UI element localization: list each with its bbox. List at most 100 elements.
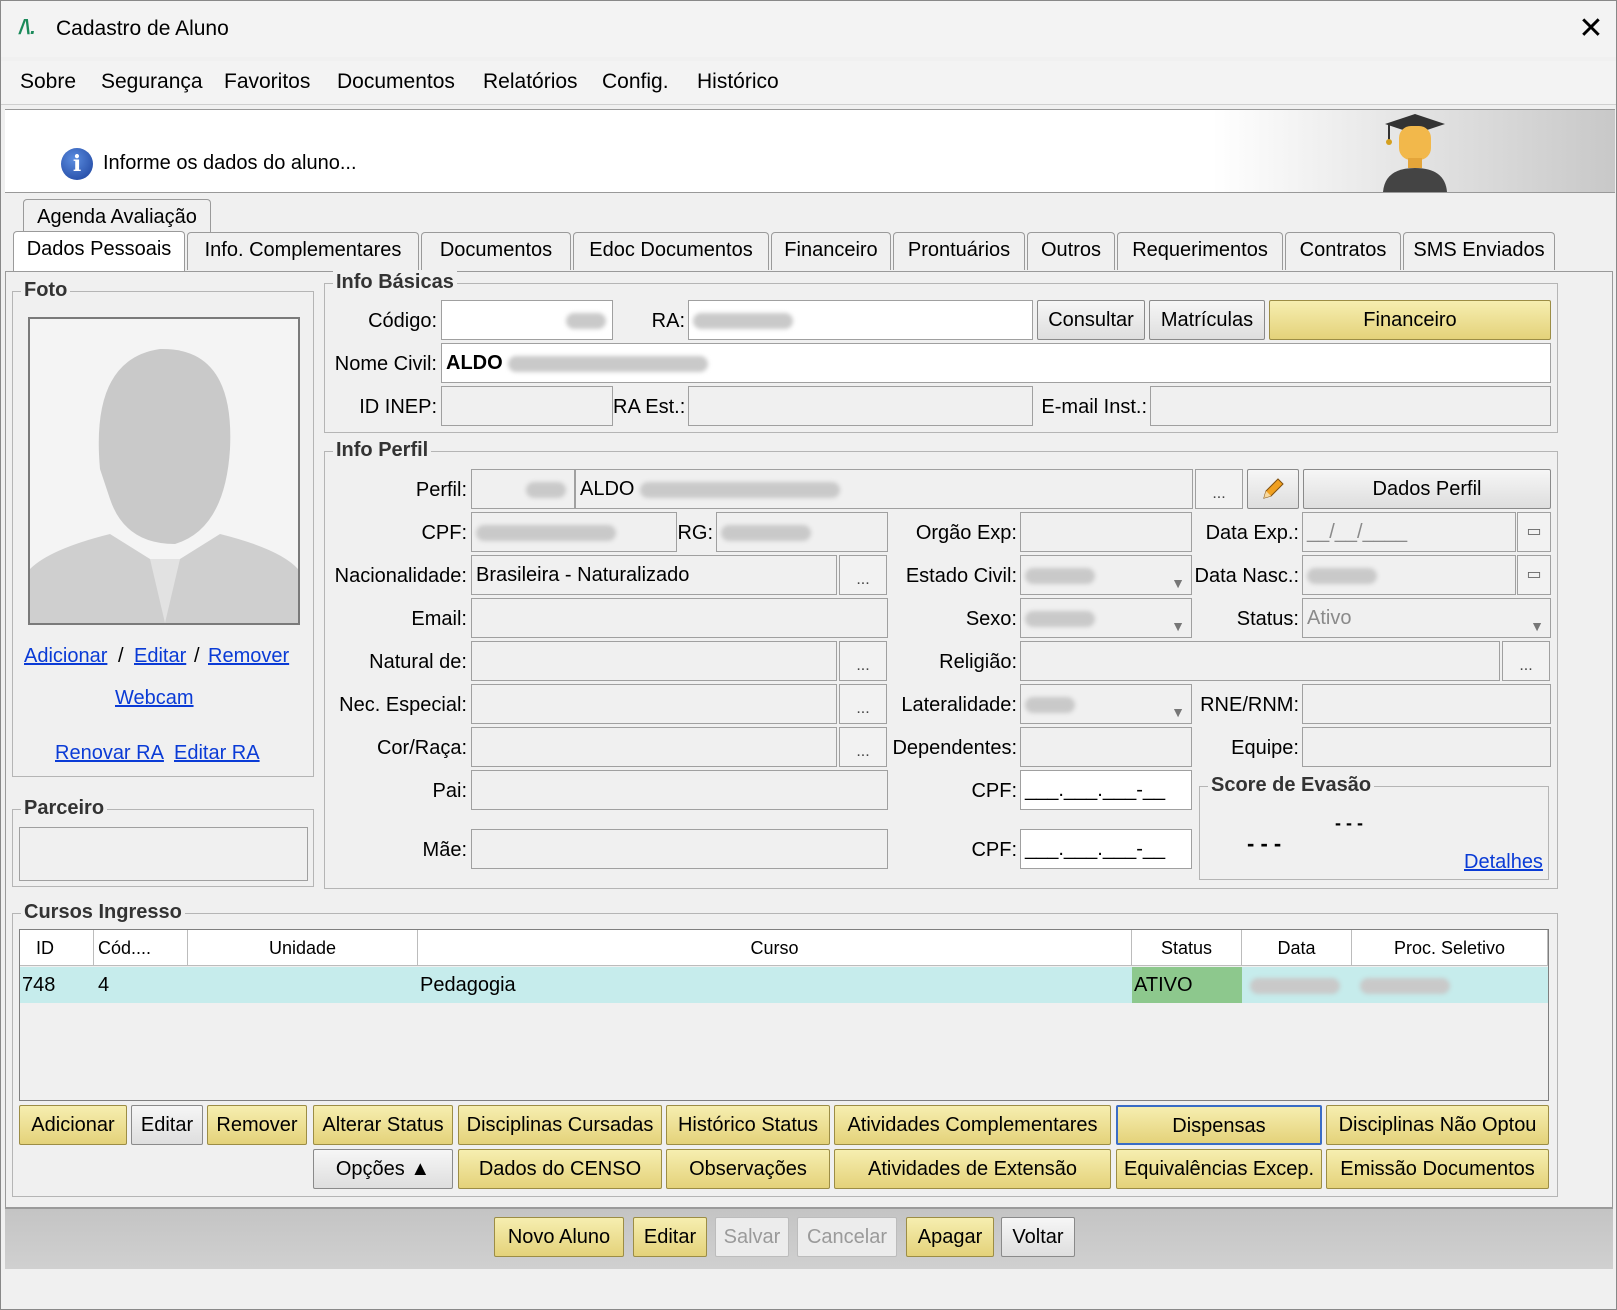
score-details-link[interactable]: Detalhes (1464, 851, 1543, 874)
salvar-button[interactable]: Salvar (715, 1217, 789, 1257)
menu-seguranca[interactable]: Segurança (101, 70, 203, 94)
emissao-documentos-button[interactable]: Emissão Documentos (1326, 1149, 1549, 1189)
tab-outros[interactable]: Outros (1027, 232, 1115, 270)
column-header-id[interactable]: ID (20, 930, 94, 966)
estado-civil-select[interactable]: ▼ (1020, 555, 1192, 595)
historico-status-button[interactable]: Histórico Status (666, 1105, 830, 1145)
nec-especial-field[interactable] (471, 684, 837, 724)
disciplinas-nao-optou-button[interactable]: Disciplinas Não Optou (1326, 1105, 1549, 1145)
apagar-button[interactable]: Apagar (906, 1217, 994, 1257)
edit-perfil-button[interactable] (1247, 469, 1299, 509)
close-icon[interactable]: ✕ (1573, 11, 1609, 47)
rg-field[interactable] (716, 512, 888, 552)
alterar-status-button[interactable]: Alterar Status (313, 1105, 453, 1145)
cpf-field[interactable] (471, 512, 677, 552)
menu-config[interactable]: Config. (602, 70, 669, 94)
cancelar-button[interactable]: Cancelar (797, 1217, 897, 1257)
matriculas-button[interactable]: Matrículas (1149, 300, 1265, 340)
menu-historico[interactable]: Histórico (697, 70, 779, 94)
tab-contratos[interactable]: Contratos (1285, 232, 1401, 270)
dependentes-field[interactable] (1020, 727, 1192, 767)
column-header-proc-seletivo[interactable]: Proc. Seletivo (1352, 930, 1548, 966)
financeiro-button[interactable]: Financeiro (1269, 300, 1551, 340)
lateralidade-select[interactable]: ▼ (1020, 684, 1192, 724)
novo-aluno-button[interactable]: Novo Aluno (494, 1217, 624, 1257)
dados-censo-button[interactable]: Dados do CENSO (458, 1149, 662, 1189)
ra-field[interactable] (688, 300, 1033, 340)
nacionalidade-search-button[interactable]: ... (839, 555, 887, 595)
parceiro-field[interactable] (19, 827, 308, 881)
codigo-field[interactable] (441, 300, 613, 340)
add-photo-link[interactable]: Adicionar (24, 645, 107, 668)
tab-dados-pessoais[interactable]: Dados Pessoais (13, 231, 185, 271)
tab-prontuarios[interactable]: Prontuários (893, 232, 1025, 270)
table-cell-status[interactable]: ATIVO (1132, 967, 1242, 1003)
religiao-search-button[interactable]: ... (1502, 641, 1550, 681)
remove-photo-link[interactable]: Remover (208, 645, 289, 668)
data-nasc-field[interactable] (1302, 555, 1516, 595)
menu-documentos[interactable]: Documentos (337, 70, 455, 94)
calendar-icon[interactable]: ▭ (1517, 512, 1551, 552)
ra-est-field[interactable] (688, 386, 1033, 426)
table-cell-id[interactable]: 748 (20, 967, 96, 1003)
perfil-search-button[interactable]: ... (1195, 469, 1243, 509)
dispensas-button[interactable]: Dispensas (1116, 1105, 1322, 1145)
remove-course-button[interactable]: Remover (207, 1105, 307, 1145)
menu-favoritos[interactable]: Favoritos (224, 70, 310, 94)
menu-relatorios[interactable]: Relatórios (483, 70, 578, 94)
atividades-extensao-button[interactable]: Atividades de Extensão (834, 1149, 1111, 1189)
cpf-pai-field[interactable]: ___.___.___-__ (1020, 770, 1192, 810)
pai-field[interactable] (471, 770, 888, 810)
tab-requerimentos[interactable]: Requerimentos (1117, 232, 1283, 270)
email-inst-field[interactable] (1150, 386, 1551, 426)
tab-financeiro[interactable]: Financeiro (771, 232, 891, 270)
rne-rnm-field[interactable] (1302, 684, 1551, 724)
voltar-button[interactable]: Voltar (1001, 1217, 1075, 1257)
disciplinas-cursadas-button[interactable]: Disciplinas Cursadas (458, 1105, 662, 1145)
renew-ra-link[interactable]: Renovar RA (55, 742, 164, 765)
column-header-curso[interactable]: Curso (418, 930, 1132, 966)
table-cell-curso[interactable]: Pedagogia (418, 967, 1132, 1003)
dados-perfil-button[interactable]: Dados Perfil (1303, 469, 1551, 509)
mae-field[interactable] (471, 829, 888, 869)
nacionalidade-field[interactable]: Brasileira - Naturalizado (471, 555, 837, 595)
natural-de-field[interactable] (471, 641, 837, 681)
add-course-button[interactable]: Adicionar (19, 1105, 127, 1145)
tab-edoc-documentos[interactable]: Edoc Documentos (573, 232, 769, 270)
consultar-button[interactable]: Consultar (1037, 300, 1145, 340)
email-field[interactable] (471, 598, 888, 638)
table-cell-cod[interactable]: 4 (96, 967, 188, 1003)
calendar-icon[interactable]: ▭ (1517, 555, 1551, 595)
religiao-field[interactable] (1020, 641, 1500, 681)
equipe-field[interactable] (1302, 727, 1551, 767)
orgao-exp-field[interactable] (1020, 512, 1192, 552)
column-header-unidade[interactable]: Unidade (188, 930, 418, 966)
id-inep-field[interactable] (441, 386, 613, 426)
column-header-cod[interactable]: Cód.... (94, 930, 188, 966)
edit-photo-link[interactable]: Editar (134, 645, 186, 668)
sexo-select[interactable]: ▼ (1020, 598, 1192, 638)
tab-info-complementares[interactable]: Info. Complementares (187, 232, 419, 270)
cpf-mae-field[interactable]: ___.___.___-__ (1020, 829, 1192, 869)
webcam-link[interactable]: Webcam (115, 687, 194, 710)
tab-documentos[interactable]: Documentos (421, 232, 571, 270)
tab-sms-enviados[interactable]: SMS Enviados (1403, 232, 1555, 270)
cor-raca-search-button[interactable]: ... (839, 727, 887, 767)
natural-de-search-button[interactable]: ... (839, 641, 887, 681)
editar-aluno-button[interactable]: Editar (633, 1217, 707, 1257)
table-cell-data-proc[interactable] (1242, 967, 1548, 1003)
cor-raca-field[interactable] (471, 727, 837, 767)
status-select[interactable]: Ativo ▼ (1302, 598, 1551, 638)
column-header-data[interactable]: Data (1242, 930, 1352, 966)
opcoes-dropdown-button[interactable]: Opções ▲ (313, 1149, 453, 1189)
perfil-code-field[interactable] (471, 469, 575, 509)
nome-civil-field[interactable]: ALDO (441, 343, 1551, 383)
observacoes-button[interactable]: Observações (666, 1149, 830, 1189)
atividades-complementares-button[interactable]: Atividades Complementares (834, 1105, 1111, 1145)
edit-ra-link[interactable]: Editar RA (174, 742, 260, 765)
edit-course-button[interactable]: Editar (131, 1105, 203, 1145)
column-header-status[interactable]: Status (1132, 930, 1242, 966)
table-cell-unidade[interactable] (188, 967, 418, 1003)
equivalencias-button[interactable]: Equivalências Excep. (1116, 1149, 1322, 1189)
nec-especial-search-button[interactable]: ... (839, 684, 887, 724)
